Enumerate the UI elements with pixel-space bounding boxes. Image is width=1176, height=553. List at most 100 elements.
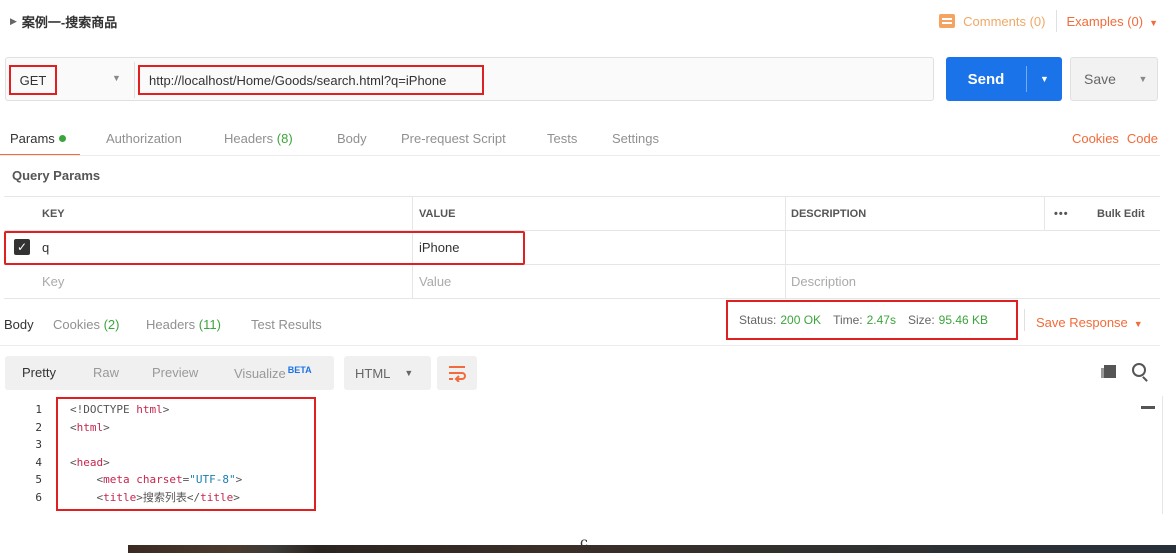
line-number: 4 (35, 455, 42, 469)
code-token: >搜索列表</ (136, 491, 201, 504)
params-active-dot-icon (58, 135, 66, 142)
column-divider (785, 231, 786, 264)
params-table: KEY VALUE DESCRIPTION ••• Bulk Edit ✓ q … (4, 196, 1160, 299)
scrollbar-thumb[interactable] (1141, 406, 1155, 409)
request-title[interactable]: ▶ 案例一-搜索商品 (10, 12, 117, 31)
param-enabled-checkbox[interactable]: ✓ (14, 239, 30, 255)
tabs-right-links: Cookies Code (1072, 131, 1158, 146)
wrap-lines-button[interactable] (437, 356, 477, 390)
tab-prerequest-script[interactable]: Pre-request Script (401, 131, 506, 146)
new-value-input[interactable]: Value (419, 265, 451, 298)
tab-headers-count: (8) (276, 131, 293, 146)
query-params-title: Query Params (12, 168, 101, 183)
code-token: head (76, 455, 104, 469)
method-select[interactable]: GET (9, 65, 57, 95)
tab-params-label: Params (10, 131, 55, 146)
table-row-new: Key Value Description (4, 265, 1160, 299)
response-code-editor[interactable]: 1 <!DOCTYPE html> 2 <html> 3 4 <head> 5 <meta c… (20, 401, 1140, 513)
code-link[interactable]: Code (1127, 131, 1158, 146)
divider (134, 62, 135, 98)
method-chevron-down-icon[interactable]: ▼ (112, 73, 121, 83)
code-token: title (103, 491, 137, 504)
code-token: html (136, 403, 163, 416)
code-token: > (103, 455, 110, 469)
tab-headers-label: Headers (224, 131, 274, 146)
line-number: 5 (35, 473, 42, 487)
new-description-input[interactable]: Description (791, 265, 856, 298)
new-key-input[interactable]: Key (42, 265, 64, 298)
response-headers-label: Headers (146, 317, 196, 332)
code-line: <title>搜索列表</title> (70, 489, 239, 507)
column-header-description: DESCRIPTION (791, 207, 867, 220)
chevron-down-icon: ▼ (1133, 319, 1143, 329)
response-cookies-label: Cookies (53, 317, 100, 332)
view-pretty[interactable]: Pretty (22, 365, 56, 380)
response-view-toolbar: Pretty Raw Preview Visualize BETA HTML ▼ (5, 356, 1160, 390)
divider (0, 155, 1160, 156)
response-bar: Body Cookies (2) Headers (11) Test Resul… (0, 300, 1160, 346)
tab-tests[interactable]: Tests (547, 131, 577, 146)
tab-params[interactable]: Params (10, 131, 66, 146)
more-options-icon[interactable]: ••• (1054, 197, 1069, 230)
column-header-key: KEY (42, 207, 65, 220)
wrap-lines-icon (449, 366, 466, 382)
line-number: 6 (35, 491, 42, 504)
response-tab-headers[interactable]: Headers (11) (146, 317, 221, 332)
size-label: Size: (907, 313, 935, 327)
response-status-box: Status: 200 OK Time: 2.47s Size: 95.46 KB (726, 300, 1018, 340)
code-line: <html> (70, 419, 110, 437)
code-line: <!DOCTYPE html> (70, 401, 169, 419)
background-strip (128, 545, 1176, 553)
response-tab-cookies[interactable]: Cookies (2) (53, 317, 119, 332)
view-visualize[interactable]: Visualize BETA (234, 365, 312, 381)
time-value[interactable]: 2.47s (867, 313, 896, 327)
request-header: ▶ 案例一-搜索商品 Comments (0) Examples (0) ▼ (0, 0, 1160, 42)
chevron-down-icon: ▼ (1149, 17, 1158, 28)
code-token: < (70, 491, 104, 504)
send-button[interactable]: Send ▼ (946, 57, 1062, 101)
tab-headers[interactable]: Headers (8) (224, 131, 293, 146)
response-tab-test-results[interactable]: Test Results (251, 317, 322, 332)
search-icon[interactable] (1132, 363, 1146, 377)
param-key-cell[interactable]: q (42, 231, 49, 264)
divider (1024, 309, 1025, 331)
copy-icon[interactable] (1101, 365, 1116, 378)
url-bar: GET ▼ http://localhost/Home/Goods/search… (5, 57, 1158, 101)
tab-body[interactable]: Body (337, 131, 367, 146)
param-value-cell[interactable]: iPhone (419, 231, 459, 264)
code-line: <meta charset="UTF-8"> (70, 471, 242, 489)
save-button[interactable]: Save ▼ (1070, 57, 1158, 101)
collapse-triangle-icon[interactable]: ▶ (10, 16, 17, 27)
comments-link[interactable]: Comments (0) (963, 14, 1045, 29)
response-tab-body[interactable]: Body (4, 317, 34, 332)
size-value[interactable]: 95.46 KB (939, 313, 988, 327)
cookies-link[interactable]: Cookies (1072, 131, 1119, 146)
code-token: < (70, 420, 77, 434)
url-input[interactable]: http://localhost/Home/Goods/search.html?… (138, 65, 484, 95)
save-response-label: Save Response (1036, 315, 1128, 330)
examples-dropdown[interactable]: Examples (0) ▼ (1067, 14, 1159, 29)
status-value[interactable]: 200 OK (780, 313, 821, 327)
view-raw[interactable]: Raw (93, 365, 119, 380)
scrollbar-track[interactable] (1162, 396, 1163, 514)
comment-icon[interactable] (939, 14, 956, 28)
view-mode-group: Pretty Raw Preview Visualize BETA (5, 356, 334, 390)
column-divider (412, 231, 413, 264)
request-tabs: Params Authorization Headers (8) Body Pr… (0, 124, 1160, 156)
code-token: < (70, 473, 104, 487)
save-label: Save (1084, 71, 1116, 87)
bulk-edit-link[interactable]: Bulk Edit (1097, 197, 1145, 230)
tab-authorization[interactable]: Authorization (106, 131, 182, 146)
time-label: Time: (833, 313, 863, 327)
tab-settings[interactable]: Settings (612, 131, 659, 146)
header-actions: Comments (0) Examples (0) ▼ (939, 9, 1158, 33)
beta-badge: BETA (287, 365, 312, 375)
code-token: "UTF-8" (189, 473, 236, 487)
view-preview[interactable]: Preview (152, 365, 198, 380)
examples-label: Examples (0) (1066, 13, 1144, 29)
format-select[interactable]: HTML ▼ (344, 356, 431, 390)
save-chevron-down-icon[interactable]: ▼ (1129, 74, 1157, 84)
save-response-dropdown[interactable]: Save Response ▼ (1036, 315, 1143, 330)
send-chevron-down-icon[interactable]: ▼ (1027, 74, 1062, 84)
code-token: title (200, 491, 234, 504)
